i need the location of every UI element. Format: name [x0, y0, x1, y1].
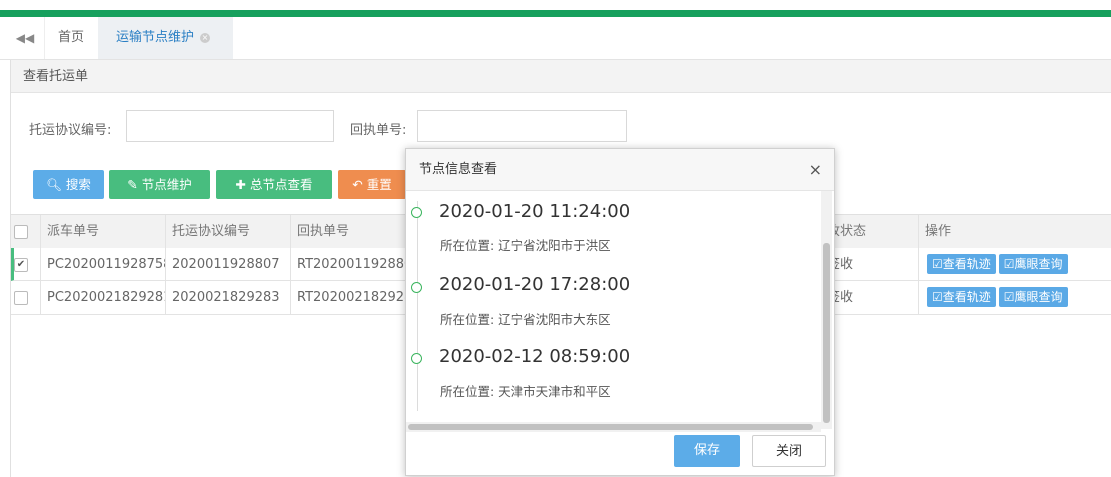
brand-bar — [0, 10, 1111, 17]
view-track-button[interactable]: ☑查看轨迹 — [927, 287, 996, 307]
eagle-query-label: 鹰眼查询 — [1014, 290, 1063, 304]
total-node-label: 总节点查看 — [249, 177, 313, 192]
close-button[interactable]: 关闭 — [752, 435, 826, 467]
scroll-thumb[interactable] — [823, 243, 830, 423]
entry-location: 所在位置: 天津市天津市和平区 — [440, 384, 611, 399]
eagle-query-button[interactable]: ☑鹰眼查询 — [998, 254, 1068, 274]
timeline-dot — [411, 282, 422, 293]
contract-input[interactable] — [126, 110, 334, 142]
top-header — [0, 0, 1111, 17]
select-all-cell — [11, 215, 41, 248]
select-all-checkbox[interactable] — [14, 225, 28, 239]
receipt-label: 回执单号: — [350, 123, 407, 138]
close-icon[interactable]: × — [809, 149, 822, 191]
timeline-dot — [411, 353, 422, 364]
reset-button[interactable]: ↶ 重置 — [338, 170, 406, 199]
node-maintain-label: 节点维护 — [141, 177, 192, 192]
save-button[interactable]: 保存 — [674, 435, 740, 467]
row-checkbox[interactable]: ✔ — [14, 258, 28, 272]
header-contract: 托运协议编号 — [166, 215, 291, 248]
view-track-label: 查看轨迹 — [942, 257, 991, 271]
contract-cell: 2020021829283 — [166, 281, 291, 314]
entry-location: 所在位置: 辽宁省沈阳市大东区 — [440, 312, 611, 327]
timeline-dot — [411, 207, 422, 218]
eagle-query-label: 鹰眼查询 — [1014, 257, 1063, 271]
close-icon[interactable]: × — [200, 32, 211, 43]
node-info-dialog: 节点信息查看 × 2020-01-20 11:24:00 所在位置: 辽宁省沈阳… — [405, 148, 835, 476]
contract-cell: 2020011928807 — [166, 248, 291, 281]
view-track-button[interactable]: ☑查看轨迹 — [927, 254, 996, 274]
scroll-thumb[interactable] — [408, 424, 813, 430]
header-action: 操作 — [925, 224, 952, 239]
row-select-cell: ✔ — [11, 248, 41, 281]
search-button-label: 搜索 — [65, 177, 91, 192]
vertical-scrollbar[interactable] — [821, 191, 832, 429]
search-button[interactable]: 🔍︎ 搜索 — [33, 170, 104, 199]
node-maintain-button[interactable]: ✎ 节点维护 — [109, 170, 210, 199]
plus-icon: ✚ — [235, 177, 246, 192]
timeline-line — [417, 201, 418, 411]
tab-transport-node[interactable]: 运输节点维护 × — [98, 17, 233, 59]
search-icon: 🔍︎ — [46, 177, 62, 192]
tab-home[interactable]: 首页 — [44, 17, 97, 59]
eagle-query-button[interactable]: ☑鹰眼查询 — [998, 287, 1068, 307]
action-cell: ☑查看轨迹 ☑鹰眼查询 — [919, 248, 1111, 281]
status-cell: 签收 — [821, 248, 919, 281]
row-checkbox[interactable] — [14, 291, 28, 305]
tab-bar: ◀◀ 首页 运输节点维护 × — [0, 17, 1111, 60]
action-cell: ☑查看轨迹 ☑鹰眼查询 — [919, 281, 1111, 314]
entry-time: 2020-02-12 08:59:00 — [439, 346, 631, 367]
double-left-arrow-icon[interactable]: ◀◀ — [10, 17, 40, 59]
tab-label: 运输节点维护 — [116, 30, 195, 45]
undo-icon: ↶ — [352, 177, 363, 192]
view-track-label: 查看轨迹 — [942, 290, 991, 304]
header-dispatch: 派车单号 — [41, 215, 166, 248]
edit-icon: ✎ — [127, 177, 138, 192]
dispatch-cell: PC2020011928758 — [41, 248, 166, 281]
entry-location: 所在位置: 辽宁省沈阳市于洪区 — [440, 238, 611, 253]
total-node-button[interactable]: ✚ 总节点查看 — [216, 170, 332, 199]
dialog-title: 节点信息查看 — [406, 149, 834, 191]
entry-time: 2020-01-20 17:28:00 — [439, 274, 631, 295]
receipt-input[interactable] — [417, 110, 627, 142]
contract-label: 托运协议编号: — [29, 123, 112, 138]
status-cell: 签收 — [821, 281, 919, 314]
header-status: 收状态 — [821, 215, 919, 248]
entry-time: 2020-01-20 11:24:00 — [439, 201, 631, 222]
reset-label: 重置 — [366, 177, 392, 192]
panel-title: 查看托运单 — [11, 60, 1111, 93]
row-select-cell — [11, 281, 41, 314]
horizontal-scrollbar[interactable] — [406, 422, 821, 432]
dispatch-cell: PC2020021829281 — [41, 281, 166, 314]
